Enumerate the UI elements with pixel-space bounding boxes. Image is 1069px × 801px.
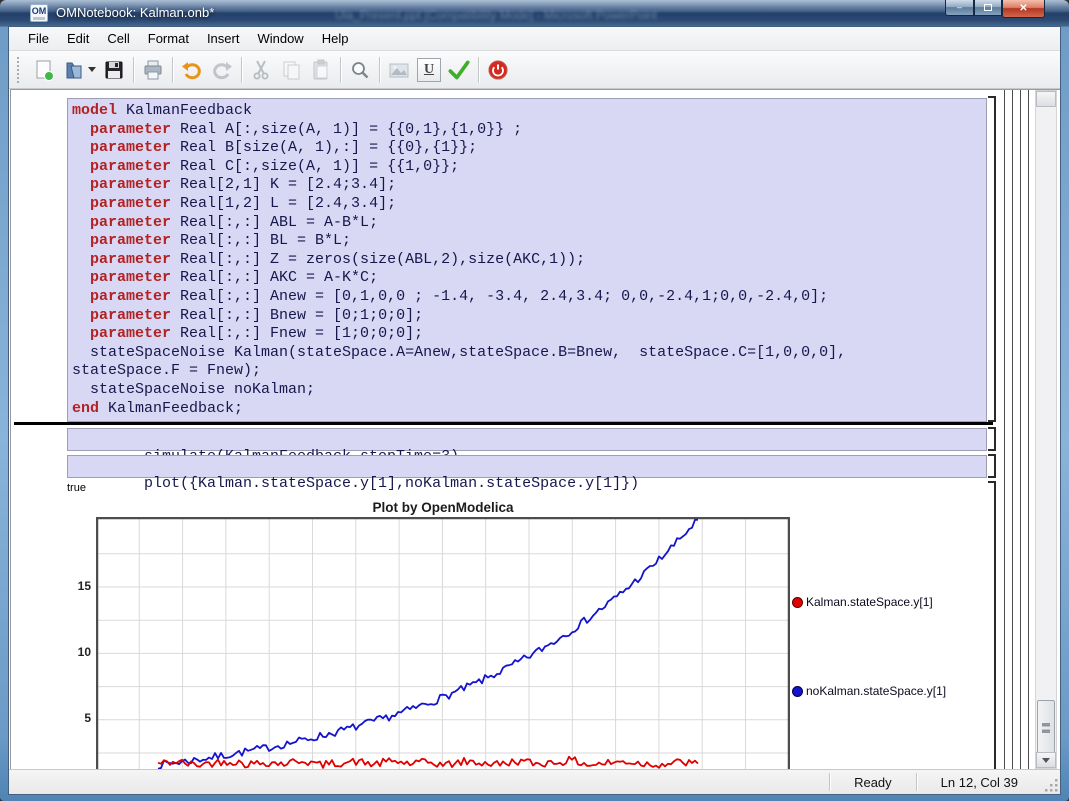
model-cell-code: model KalmanFeedback parameter Real A[:,… [72,102,982,418]
open-dropdown-icon[interactable] [88,67,96,72]
minimize-button[interactable]: – [945,0,974,16]
maximize-button[interactable] [974,0,1002,16]
plot-canvas: Plot by OpenModelica 15 10 5 Kalman.stat… [11,499,996,769]
y-tick-5: 5 [63,711,91,725]
y-tick-15: 15 [63,579,91,593]
title-bar[interactable]: Ula_Present.ppt [Compatibility Mode] - M… [0,0,1069,26]
toolbar-separator [340,57,341,83]
group-bracket-line [1012,90,1013,769]
underline-button[interactable]: U [414,55,444,85]
scroll-up-button[interactable] [1036,91,1056,107]
legend-marker-kalman [792,597,803,608]
toolbar-separator [241,57,242,83]
close-icon: ✕ [1019,4,1027,14]
image-icon [387,58,411,82]
status-ready: Ready [830,775,916,790]
toolbar-separator [478,57,479,83]
toolbar-separator [133,57,134,83]
scrollbar-thumb[interactable] [1037,700,1055,753]
resize-grip[interactable] [1044,778,1060,794]
copy-icon [279,58,303,82]
cell-bracket-plot[interactable] [988,454,996,478]
cut-icon [249,58,273,82]
background-window-title: Ula_Present.ppt [Compatibility Mode] - M… [335,8,765,22]
toolbar-separator [172,57,173,83]
cell-bracket-model[interactable] [988,96,996,422]
notebook-area: model KalmanFeedback parameter Real A[:,… [10,89,1060,769]
model-cell[interactable]: model KalmanFeedback parameter Real A[:,… [67,98,987,422]
new-button[interactable] [29,55,59,85]
window-controls: – ✕ [945,0,1045,18]
plot-title: Plot by OpenModelica [96,500,790,515]
client-area: File Edit Cell Format Insert Window Help [8,26,1061,795]
group-bracket-line [1004,90,1005,769]
paste-button[interactable] [306,55,336,85]
save-button[interactable] [99,55,129,85]
legend-label-kalman: Kalman.stateSpace.y[1] [806,595,933,609]
cell-cursor-line[interactable] [14,422,993,425]
plot-command-cell[interactable]: plot({Kalman.stateSpace.y[1],noKalman.st… [67,455,987,478]
stop-button[interactable] [483,55,513,85]
search-icon [348,58,372,82]
output-cell: true [67,482,86,494]
print-icon [141,58,165,82]
new-document-icon [32,58,56,82]
menu-item-edit[interactable]: Edit [58,29,98,48]
om-app-icon: OM [30,4,48,22]
copy-button[interactable] [276,55,306,85]
menu-item-file[interactable]: File [19,29,58,48]
evaluate-check-icon [446,57,472,83]
legend-marker-nokalman [792,686,803,697]
group-bracket-line [1028,90,1029,769]
cut-button[interactable] [246,55,276,85]
menu-item-format[interactable]: Format [139,29,198,48]
simulate-cell[interactable]: simulate(KalmanFeedback,stopTime=3) [67,428,987,451]
minimize-icon: – [957,3,962,12]
menu-item-help[interactable]: Help [313,29,358,48]
search-button[interactable] [345,55,375,85]
paste-icon [309,58,333,82]
image-button[interactable] [384,55,414,85]
scroll-down-button[interactable] [1036,752,1056,768]
evaluate-button[interactable] [444,55,474,85]
redo-icon [210,58,234,82]
plot-area [96,517,790,769]
underline-icon: U [417,58,441,82]
omnotebook-window: Ula_Present.ppt [Compatibility Mode] - M… [0,0,1069,801]
maximize-icon [984,4,992,11]
legend-item-kalman: Kalman.stateSpace.y[1] [792,595,933,609]
group-bracket-line [1020,90,1021,769]
stop-power-icon [486,58,510,82]
legend-item-nokalman: noKalman.stateSpace.y[1] [792,684,946,698]
toolbar: U [9,51,1060,89]
menu-item-window[interactable]: Window [248,29,312,48]
legend-label-nokalman: noKalman.stateSpace.y[1] [806,684,946,698]
undo-button[interactable] [177,55,207,85]
status-bar: Ready Ln 12, Col 39 [9,769,1060,794]
redo-button[interactable] [207,55,237,85]
toolbar-separator [379,57,380,83]
print-button[interactable] [138,55,168,85]
cell-bracket-simulate[interactable] [988,427,996,451]
menu-bar: File Edit Cell Format Insert Window Help [9,27,1060,51]
save-icon [102,58,126,82]
undo-icon [180,58,204,82]
open-button[interactable] [59,55,99,85]
close-button[interactable]: ✕ [1002,0,1045,18]
vertical-scrollbar[interactable] [1035,90,1057,769]
arrow-down-icon [1042,758,1050,763]
open-file-icon [62,58,86,82]
status-cursor-position: Ln 12, Col 39 [917,775,1042,790]
cell-bracket-output[interactable] [988,481,996,769]
menu-item-insert[interactable]: Insert [198,29,249,48]
menu-item-cell[interactable]: Cell [98,29,138,48]
window-title: OMNotebook: Kalman.onb* [56,5,214,20]
toolbar-grip[interactable] [17,57,21,83]
y-tick-10: 10 [63,645,91,659]
